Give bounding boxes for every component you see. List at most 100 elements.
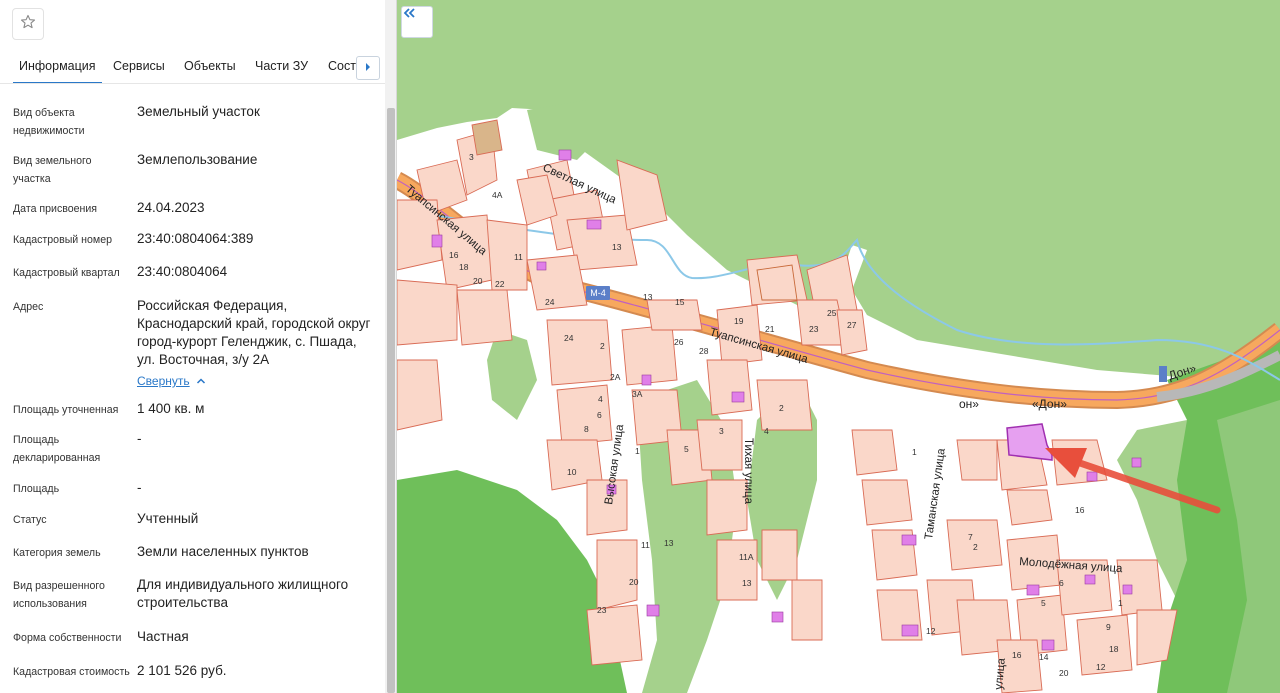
svg-text:1: 1 — [1118, 598, 1123, 608]
svg-text:12: 12 — [1096, 662, 1106, 672]
svg-text:26: 26 — [674, 337, 684, 347]
row-value: - — [137, 431, 142, 446]
svg-text:28: 28 — [699, 346, 709, 356]
svg-text:11: 11 — [641, 540, 650, 550]
highway-marker — [1159, 366, 1167, 382]
svg-text:3: 3 — [719, 426, 724, 436]
row-value: 23:40:0804064 — [137, 264, 228, 279]
svg-text:2: 2 — [973, 542, 978, 552]
tab-parts[interactable]: Части ЗУ — [255, 48, 308, 83]
svg-text:4: 4 — [764, 426, 769, 436]
row-label: Кадастровая стоимость — [13, 666, 130, 678]
panel-scrollbar[interactable] — [385, 0, 396, 693]
svg-text:7: 7 — [968, 532, 973, 542]
tab-services[interactable]: Сервисы — [113, 48, 165, 83]
svg-text:М-4: М-4 — [590, 288, 606, 298]
caret-right-icon — [364, 59, 372, 77]
svg-text:11: 11 — [514, 252, 523, 262]
svg-text:2А: 2А — [610, 372, 621, 382]
svg-text:8: 8 — [584, 424, 589, 434]
address-value: Российская Федерация, Краснодарский край… — [137, 298, 371, 367]
highway-label: он» — [959, 397, 979, 411]
svg-text:2: 2 — [600, 341, 605, 351]
svg-text:11А: 11А — [739, 552, 754, 562]
svg-text:5: 5 — [1041, 598, 1046, 608]
svg-text:20: 20 — [629, 577, 639, 587]
scrollbar-thumb[interactable] — [387, 108, 395, 693]
row-label: Кадастровый номер — [13, 234, 112, 246]
collapse-panel-button[interactable] — [401, 6, 433, 38]
tab-objects[interactable]: Объекты — [184, 48, 236, 83]
svg-text:1: 1 — [635, 446, 640, 456]
row-label: Статус — [13, 514, 47, 526]
svg-text:13: 13 — [664, 538, 674, 548]
row-value: Земельный участок — [137, 104, 260, 119]
svg-text:27: 27 — [847, 320, 857, 330]
svg-text:23: 23 — [809, 324, 819, 334]
svg-text:18: 18 — [459, 262, 469, 272]
row-label: Вид объекта недвижимости — [13, 107, 85, 137]
street-label: Тихая улица — [742, 438, 754, 505]
row-value: 2 101 526 руб. — [137, 663, 227, 678]
tab-information[interactable]: Информация — [13, 48, 102, 83]
svg-text:25: 25 — [827, 308, 837, 318]
cadastral-number: 23:40:0804064:389 — [137, 231, 254, 246]
row-label: Форма собственности — [13, 632, 122, 644]
svg-text:24: 24 — [564, 333, 574, 343]
svg-text:20: 20 — [1059, 668, 1069, 678]
svg-text:3: 3 — [469, 152, 474, 162]
svg-text:4А: 4А — [492, 190, 503, 200]
svg-text:1: 1 — [912, 447, 917, 457]
row-value: 24.04.2023 — [137, 200, 205, 215]
map-canvas: М-4 Туапсинская улица Туапсинская улица … — [397, 100, 1280, 693]
svg-text:16: 16 — [1075, 505, 1085, 515]
svg-text:5: 5 — [684, 444, 689, 454]
cadastral-map[interactable]: М-4 Туапсинская улица Туапсинская улица … — [397, 0, 1280, 693]
svg-text:6: 6 — [1059, 578, 1064, 588]
row-value: Землепользование — [137, 152, 258, 167]
row-value: - — [137, 480, 142, 495]
chevron-up-icon — [196, 374, 206, 388]
svg-text:16: 16 — [449, 250, 459, 260]
row-label: Адрес — [13, 301, 44, 313]
tab-bar: Информация Сервисы Объекты Части ЗУ Сост… — [0, 48, 385, 84]
svg-text:9: 9 — [1106, 622, 1111, 632]
row-value: Земли населенных пунктов — [137, 544, 309, 559]
svg-text:14: 14 — [1039, 652, 1049, 662]
svg-text:23: 23 — [597, 605, 607, 615]
svg-text:22: 22 — [495, 279, 505, 289]
tabs-scroll-right-button[interactable] — [356, 56, 380, 80]
row-label: Кадастровый квартал — [13, 267, 120, 279]
svg-text:24: 24 — [545, 297, 555, 307]
svg-text:12: 12 — [926, 626, 936, 636]
collapse-address: Свернуть — [137, 372, 206, 390]
row-label: Дата присвоения — [13, 203, 98, 215]
row-label: Площадь уточненная — [13, 404, 119, 416]
svg-text:16: 16 — [1012, 650, 1022, 660]
row-label: Вид разрешенного использования — [13, 580, 105, 610]
highway-label: «Дон» — [1032, 397, 1067, 411]
row-value: Учтенный — [137, 511, 199, 526]
svg-text:13: 13 — [742, 578, 752, 588]
row-value: Частная — [137, 629, 189, 644]
row-label: Категория земель — [13, 547, 101, 559]
svg-text:20: 20 — [473, 276, 483, 286]
row-label: Площадь — [13, 483, 60, 495]
star-icon — [20, 14, 36, 35]
favorite-button[interactable] — [12, 8, 44, 40]
svg-text:6: 6 — [597, 410, 602, 420]
row-value: Для индивидуального жилищного строительс… — [137, 577, 349, 610]
info-panel: Информация Сервисы Объекты Части ЗУ Сост… — [0, 0, 397, 693]
svg-text:18: 18 — [1109, 644, 1119, 654]
svg-text:2: 2 — [779, 403, 784, 413]
svg-text:19: 19 — [734, 316, 744, 326]
collapse-link[interactable]: Свернуть — [137, 374, 206, 388]
svg-text:21: 21 — [765, 324, 775, 334]
svg-text:15: 15 — [675, 297, 685, 307]
svg-text:13: 13 — [612, 242, 622, 252]
row-label: Вид земельного участка — [13, 155, 92, 185]
row-label: Площадь декларированная — [13, 434, 101, 464]
row-value: 1 400 кв. м — [137, 401, 205, 416]
collapse-link-label: Свернуть — [137, 374, 190, 388]
svg-text:4: 4 — [598, 394, 603, 404]
